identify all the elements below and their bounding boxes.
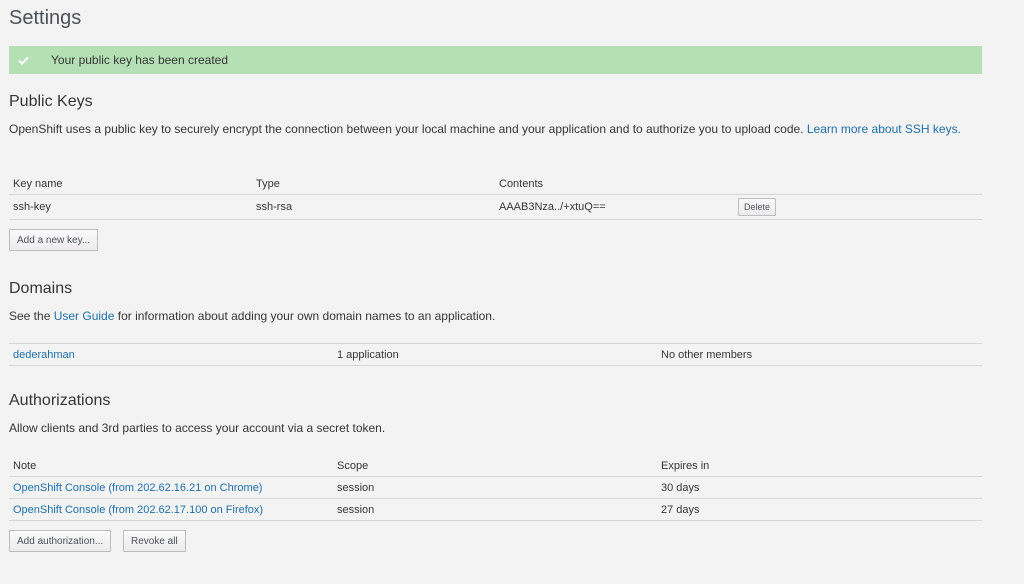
authorizations-heading: Authorizations (9, 392, 111, 409)
page-title: Settings (9, 7, 82, 29)
column-header-expires: Expires in (657, 456, 982, 477)
key-name-cell: ssh-key (9, 194, 252, 220)
column-header-type: Type (252, 174, 495, 195)
public-keys-description-text: OpenShift uses a public key to securely … (9, 122, 807, 136)
public-keys-description: OpenShift uses a public key to securely … (9, 121, 979, 138)
column-header-scope: Scope (333, 456, 657, 477)
column-header-note: Note (9, 456, 333, 477)
domain-applications-cell: 1 application (333, 343, 657, 366)
authorization-note-cell: OpenShift Console (from 202.62.17.100 on… (9, 498, 333, 521)
table-header-row: Note Scope Expires in (9, 456, 982, 477)
domain-name-cell: dederahman (9, 343, 333, 366)
learn-more-ssh-link[interactable]: Learn more about SSH keys. (807, 122, 961, 136)
domain-link[interactable]: dederahman (13, 349, 75, 361)
column-header-actions (738, 174, 982, 195)
public-keys-table: Key name Type Contents ssh-key ssh-rsa A… (9, 174, 982, 220)
user-guide-link[interactable]: User Guide (54, 309, 115, 323)
key-actions-cell: Delete (738, 194, 982, 220)
add-new-key-button[interactable]: Add a new key... (9, 229, 99, 251)
add-authorization-button[interactable]: Add authorization... (9, 530, 112, 552)
authorization-note-cell: OpenShift Console (from 202.62.16.21 on … (9, 476, 333, 499)
delete-key-button[interactable]: Delete (738, 198, 777, 216)
table-header-row: Key name Type Contents (9, 174, 982, 195)
success-alert: Your public key has been created (9, 46, 982, 74)
authorizations-table: Note Scope Expires in OpenShift Console … (9, 456, 982, 521)
revoke-all-button[interactable]: Revoke all (123, 530, 186, 552)
domains-heading: Domains (9, 280, 73, 297)
table-row: OpenShift Console (from 202.62.16.21 on … (9, 476, 982, 499)
check-icon (9, 46, 37, 74)
table-row: ssh-key ssh-rsa AAAB3Nza../+xtuQ== Delet… (9, 194, 982, 220)
column-header-contents: Contents (495, 174, 738, 195)
authorization-scope-cell: session (333, 476, 657, 499)
domain-members-cell: No other members (657, 343, 982, 366)
domains-description-suffix: for information about adding your own do… (114, 309, 496, 323)
authorization-expires-cell: 27 days (657, 498, 982, 521)
key-type-cell: ssh-rsa (252, 194, 495, 220)
domains-table: dederahman 1 application No other member… (9, 343, 982, 366)
table-row: dederahman 1 application No other member… (9, 343, 982, 366)
authorization-link[interactable]: OpenShift Console (from 202.62.17.100 on… (13, 504, 263, 516)
domains-description-prefix: See the (9, 309, 54, 323)
authorizations-description: Allow clients and 3rd parties to access … (9, 421, 386, 435)
key-contents-cell: AAAB3Nza../+xtuQ== (495, 194, 738, 220)
authorization-link[interactable]: OpenShift Console (from 202.62.16.21 on … (13, 482, 262, 494)
column-header-key-name: Key name (9, 174, 252, 195)
authorization-scope-cell: session (333, 498, 657, 521)
public-keys-heading: Public Keys (9, 93, 93, 110)
authorization-expires-cell: 30 days (657, 476, 982, 499)
alert-message: Your public key has been created (51, 53, 229, 67)
domains-description: See the User Guide for information about… (9, 308, 979, 325)
table-row: OpenShift Console (from 202.62.17.100 on… (9, 498, 982, 521)
